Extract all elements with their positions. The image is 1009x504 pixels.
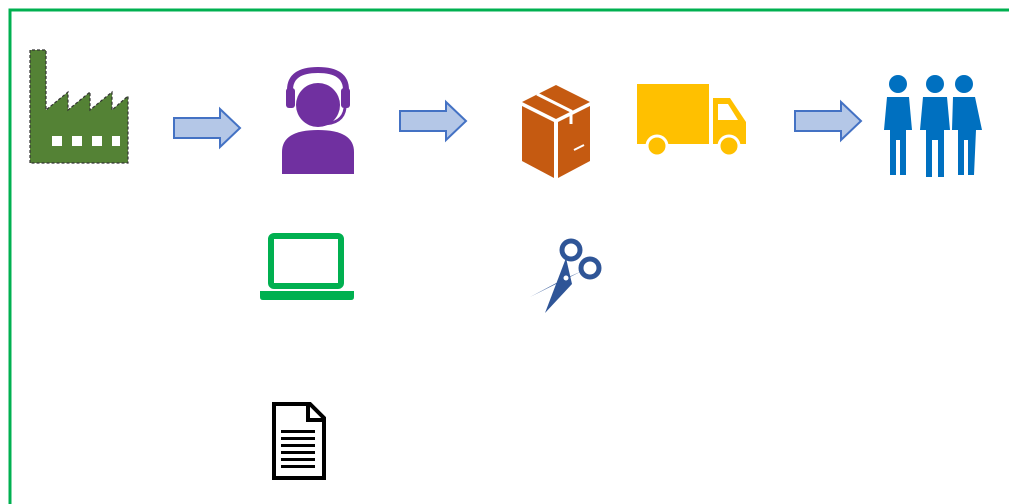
diagram-border xyxy=(8,8,1009,504)
group-of-people-icon xyxy=(884,75,982,177)
delivery-truck-icon xyxy=(637,84,746,158)
package-box-icon xyxy=(522,85,590,178)
scissors-icon xyxy=(530,238,602,313)
document-icon xyxy=(272,402,326,480)
flow-arrow-2 xyxy=(399,99,468,143)
customer-service-agent-icon xyxy=(282,66,354,174)
laptop-icon xyxy=(260,233,354,300)
diagram-canvas xyxy=(0,0,1009,504)
factory-icon xyxy=(29,49,129,164)
flow-arrow-1 xyxy=(173,106,242,150)
flow-arrow-3 xyxy=(794,99,863,143)
